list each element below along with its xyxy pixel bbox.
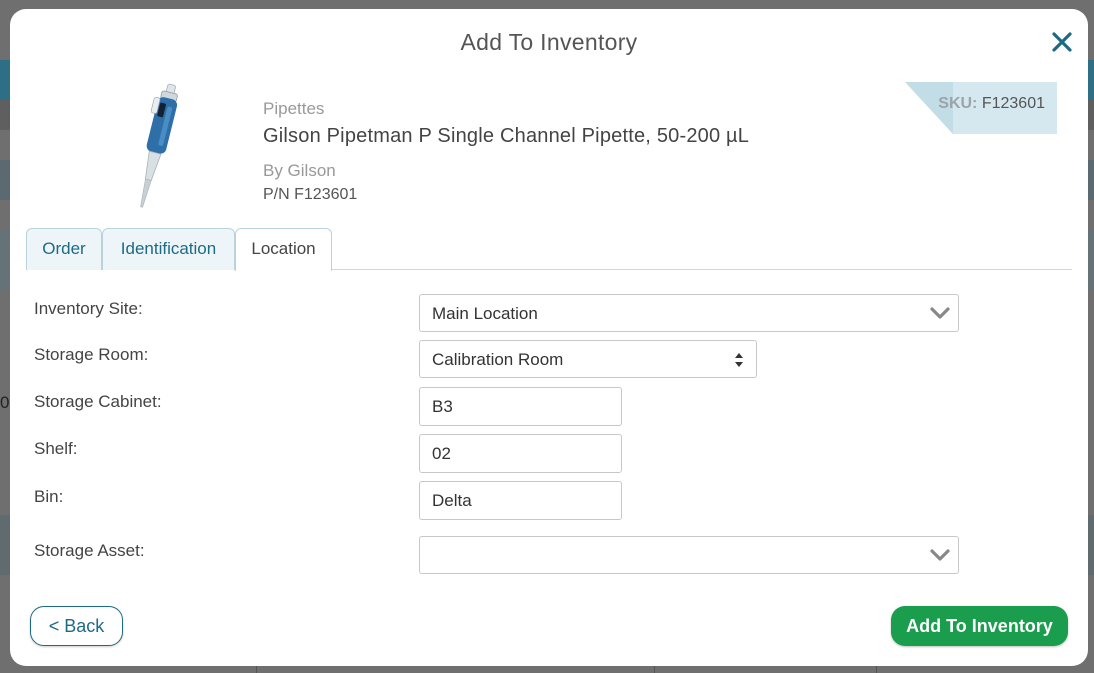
back-button[interactable]: < Back: [30, 606, 123, 646]
sku-text: SKU: F123601: [938, 95, 1045, 113]
storage-asset-label: Storage Asset:: [34, 541, 145, 560]
tab-location[interactable]: Location: [235, 228, 332, 271]
modal-title: Add To Inventory: [460, 29, 638, 55]
product-category: Pipettes: [263, 99, 325, 118]
tab-order[interactable]: Order: [26, 228, 102, 270]
add-to-inventory-button[interactable]: Add To Inventory: [891, 606, 1068, 646]
sku-value: F123601: [981, 95, 1045, 112]
inventory-site-value: Main Location: [432, 304, 538, 323]
product-image: [128, 81, 188, 213]
inventory-site-select[interactable]: Main Location: [419, 294, 959, 332]
bin-label: Bin:: [34, 487, 64, 506]
part-number: P/N F123601: [263, 186, 358, 203]
sku-label: SKU:: [938, 95, 978, 112]
background-text: 0: [0, 393, 10, 412]
chevron-down-icon: [930, 549, 950, 561]
shelf-label: Shelf:: [34, 439, 78, 458]
product-brand: By Gilson: [263, 161, 336, 180]
storage-room-value: Calibration Room: [432, 350, 564, 369]
storage-cabinet-label: Storage Cabinet:: [34, 392, 162, 411]
storage-room-label: Storage Room:: [34, 345, 149, 364]
storage-room-select[interactable]: Calibration Room: [419, 340, 757, 378]
add-to-inventory-modal: Add To Inventory Pipettes Gilson Pipetma…: [10, 9, 1088, 666]
sort-updown-icon: [735, 353, 743, 367]
tab-identification[interactable]: Identification: [102, 228, 235, 270]
shelf-input[interactable]: [419, 434, 622, 473]
sku-badge: SKU: F123601: [905, 82, 1057, 134]
storage-cabinet-input[interactable]: [419, 387, 622, 426]
chevron-down-icon: [930, 307, 950, 319]
pipette-icon: [140, 83, 178, 208]
inventory-site-label: Inventory Site:: [34, 299, 143, 318]
bin-input[interactable]: [419, 481, 622, 520]
storage-asset-select[interactable]: [419, 536, 959, 574]
product-name: Gilson Pipetman P Single Channel Pipette…: [263, 125, 750, 147]
close-button[interactable]: [1051, 31, 1073, 53]
close-icon: [1052, 32, 1072, 52]
tab-bar: Order Identification Location: [26, 228, 1072, 271]
